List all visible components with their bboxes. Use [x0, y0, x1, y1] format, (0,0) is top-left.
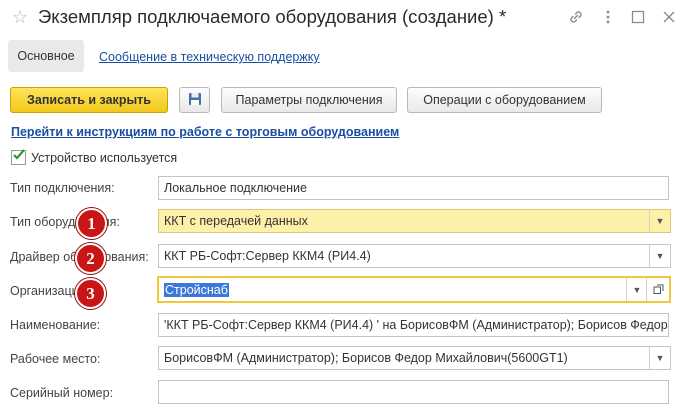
open-icon[interactable]: [646, 278, 669, 301]
star-icon[interactable]: ☆: [12, 7, 28, 28]
dropdown-arrow-icon[interactable]: ▼: [649, 347, 670, 369]
annotation-badge-2: 2: [75, 243, 106, 274]
serial-number-field[interactable]: [158, 380, 669, 404]
annotation-badge-3: 3: [75, 278, 106, 309]
tab-support-message[interactable]: Сообщение в техническую поддержку: [99, 50, 320, 64]
save-and-close-button[interactable]: Записать и закрыть: [10, 87, 168, 113]
dropdown-arrow-icon[interactable]: ▼: [626, 278, 647, 301]
equipment-type-value: ККТ с передачей данных: [164, 214, 308, 228]
maximize-icon[interactable]: [630, 9, 646, 28]
equipment-operations-button[interactable]: Операции с оборудованием: [407, 87, 602, 113]
instructions-link[interactable]: Перейти к инструкциям по работе с торгов…: [11, 125, 399, 139]
connection-type-value: Локальное подключение: [164, 181, 307, 195]
connection-parameters-button[interactable]: Параметры подключения: [221, 87, 397, 113]
name-field[interactable]: 'ККТ РБ-Софт:Сервер ККМ4 (РИ4.4) ' на Бо…: [158, 313, 669, 337]
more-icon[interactable]: [600, 9, 616, 28]
close-icon[interactable]: [661, 9, 677, 28]
dropdown-arrow-icon[interactable]: ▼: [649, 245, 670, 267]
driver-select[interactable]: ККТ РБ-Софт:Сервер ККМ4 (РИ4.4) ▼: [158, 244, 671, 268]
connection-type-label: Тип подключения:: [10, 181, 115, 195]
name-label: Наименование:: [10, 318, 101, 332]
organization-select[interactable]: Стройснаб ▼: [158, 277, 670, 302]
connection-type-field[interactable]: Локальное подключение: [158, 176, 669, 200]
link-icon[interactable]: [568, 9, 584, 28]
workplace-value: БорисовФМ (Администратор); Борисов Федор…: [164, 351, 568, 365]
checkmark-icon: [11, 147, 27, 166]
driver-value: ККТ РБ-Софт:Сервер ККМ4 (РИ4.4): [164, 249, 371, 263]
device-used-checkbox[interactable]: [11, 147, 27, 166]
organization-value: Стройснаб: [164, 282, 229, 297]
workplace-label: Рабочее место:: [10, 352, 101, 366]
window-title: Экземпляр подключаемого оборудования (со…: [38, 6, 507, 27]
equipment-type-select[interactable]: ККТ с передачей данных ▼: [158, 209, 671, 233]
tab-main[interactable]: Основное: [8, 40, 84, 72]
serial-number-label: Серийный номер:: [10, 386, 114, 400]
dropdown-arrow-icon[interactable]: ▼: [649, 210, 670, 232]
save-button[interactable]: [179, 87, 210, 113]
workplace-select[interactable]: БорисовФМ (Администратор); Борисов Федор…: [158, 346, 671, 370]
device-used-label: Устройство используется: [31, 151, 178, 165]
name-value: 'ККТ РБ-Софт:Сервер ККМ4 (РИ4.4) ' на Бо…: [164, 318, 668, 332]
floppy-disk-icon: [187, 91, 203, 110]
annotation-badge-1: 1: [76, 208, 107, 239]
